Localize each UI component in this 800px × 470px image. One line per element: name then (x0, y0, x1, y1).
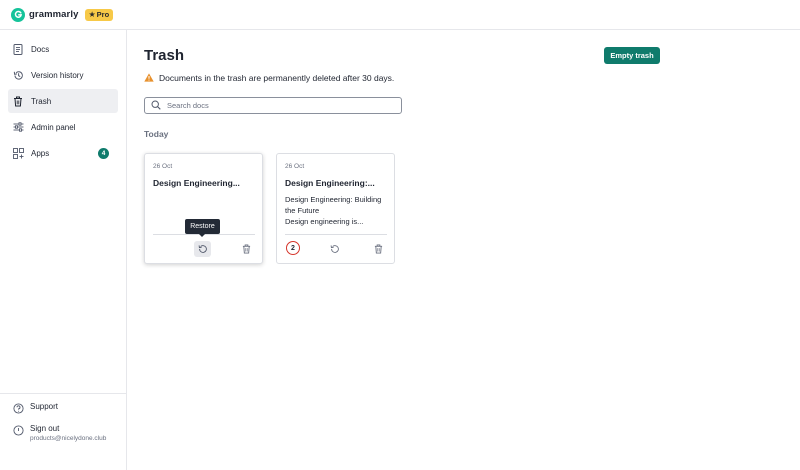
card-date: 26 Oct (285, 163, 305, 170)
card-preview: Design Engineering: Building the Future … (285, 194, 389, 227)
restore-icon (330, 245, 339, 253)
history-icon (12, 69, 24, 81)
card-title: Design Engineering... (153, 178, 240, 188)
main-content: Trash Empty trash Documents in the trash… (144, 30, 784, 470)
search-box[interactable] (144, 97, 402, 114)
trash-icon (374, 244, 383, 254)
section-label-today: Today (144, 129, 169, 139)
card-actions (153, 240, 255, 258)
restore-tooltip: Restore (185, 219, 220, 237)
warning-text: Documents in the trash are permanently d… (159, 73, 395, 83)
sidebar-item-apps[interactable]: Apps 4 (8, 141, 118, 165)
restore-button[interactable] (326, 241, 343, 257)
sidebar-item-label: Docs (31, 44, 50, 54)
top-bar: grammarly ★ Pro (0, 0, 800, 30)
sidebar-item-docs[interactable]: Docs (8, 37, 118, 61)
search-icon (151, 97, 161, 115)
help-circle-icon (12, 402, 24, 414)
card-date: 26 Oct (153, 163, 173, 170)
delete-forever-button[interactable] (238, 241, 255, 257)
sidebar-item-version-history[interactable]: Version history (8, 63, 118, 87)
card-title: Design Engineering:... (285, 178, 375, 188)
card-actions: 2 (285, 240, 387, 258)
sign-out-link[interactable]: Sign out products@nicelydone.club (0, 424, 126, 442)
logo-text[interactable]: grammarly (29, 9, 78, 20)
trash-icon (12, 95, 24, 107)
card-preview-line: the Future (285, 206, 320, 215)
power-icon (12, 424, 24, 436)
sliders-icon (12, 121, 24, 133)
grammarly-g-icon[interactable] (11, 7, 25, 22)
empty-trash-button[interactable]: Empty trash (604, 47, 660, 64)
sidebar-item-admin-panel[interactable]: Admin panel (8, 115, 118, 139)
restore-button[interactable] (194, 241, 211, 257)
trash-icon (242, 244, 251, 254)
sidebar-item-label: Admin panel (31, 122, 76, 132)
sidebar-item-trash[interactable]: Trash (8, 89, 118, 113)
pro-label: Pro (96, 10, 110, 19)
sign-out-label: Sign out (30, 424, 60, 433)
page-title: Trash (144, 47, 185, 64)
star-icon: ★ (88, 10, 96, 19)
card-preview-line: Design Engineering: Building (285, 195, 382, 204)
support-label: Support (30, 402, 59, 411)
sidebar: Docs Version history Trash Admin panel A… (0, 30, 127, 470)
sidebar-item-label: Version history (31, 70, 84, 80)
apps-count-badge: 4 (98, 147, 109, 159)
issue-count-badge[interactable]: 2 (286, 241, 300, 255)
warning-icon (144, 69, 154, 87)
card-preview-line: Design engineering is... (285, 217, 364, 226)
sidebar-footer: Support Sign out products@nicelydone.clu… (0, 393, 126, 452)
delete-forever-button[interactable] (370, 241, 387, 257)
search-input[interactable] (167, 101, 387, 110)
document-icon (12, 43, 24, 55)
trash-doc-card[interactable]: 26 Oct Design Engineering:... Design Eng… (276, 153, 395, 264)
trash-doc-card[interactable]: 26 Oct Design Engineering... (144, 153, 263, 264)
pro-badge: ★ Pro (85, 8, 114, 21)
apps-grid-icon (12, 147, 24, 159)
user-email: products@nicelydone.club (30, 435, 107, 442)
card-divider (285, 234, 387, 235)
sidebar-item-label: Apps (31, 148, 50, 158)
restore-icon (198, 245, 207, 253)
sidebar-nav: Docs Version history Trash Admin panel A… (8, 37, 118, 167)
trash-warning: Documents in the trash are permanently d… (144, 69, 394, 87)
sidebar-item-label: Trash (31, 96, 52, 106)
support-link[interactable]: Support (0, 402, 126, 414)
